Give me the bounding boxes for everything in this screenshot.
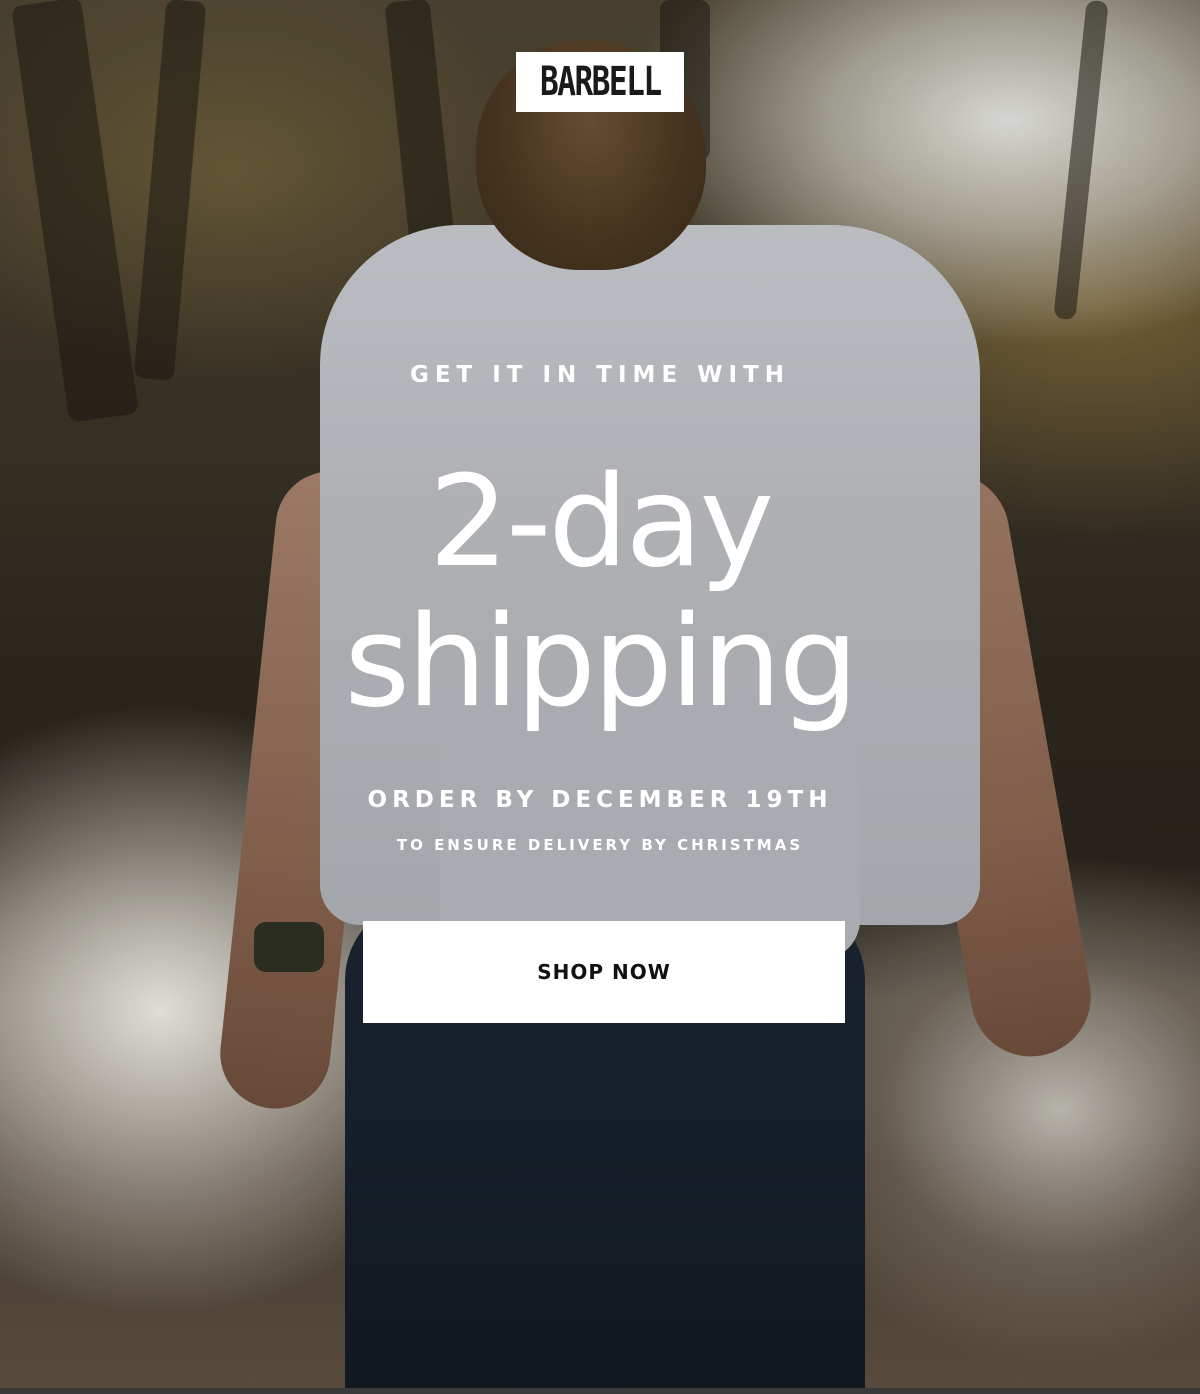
bottom-divider (0, 1388, 1200, 1394)
brand-logo-text: BARBELL (539, 59, 662, 105)
shop-now-button-label: SHOP NOW (537, 960, 671, 984)
headline: 2-day shipping (0, 452, 1200, 732)
order-deadline-text: ORDER BY DECEMBER 19TH (367, 787, 833, 813)
shop-now-button[interactable]: SHOP NOW (363, 921, 845, 1023)
headline-line-2: shipping (344, 588, 858, 735)
eyebrow-text: GET IT IN TIME WITH (409, 362, 791, 388)
headline-line-1: 2-day (428, 448, 774, 595)
delivery-note-text: TO ENSURE DELIVERY BY CHRISTMAS (396, 836, 804, 854)
hero-section: BARBELL GET IT IN TIME WITH 2-day shippi… (0, 0, 1200, 1388)
brand-logo[interactable]: BARBELL (516, 52, 684, 112)
